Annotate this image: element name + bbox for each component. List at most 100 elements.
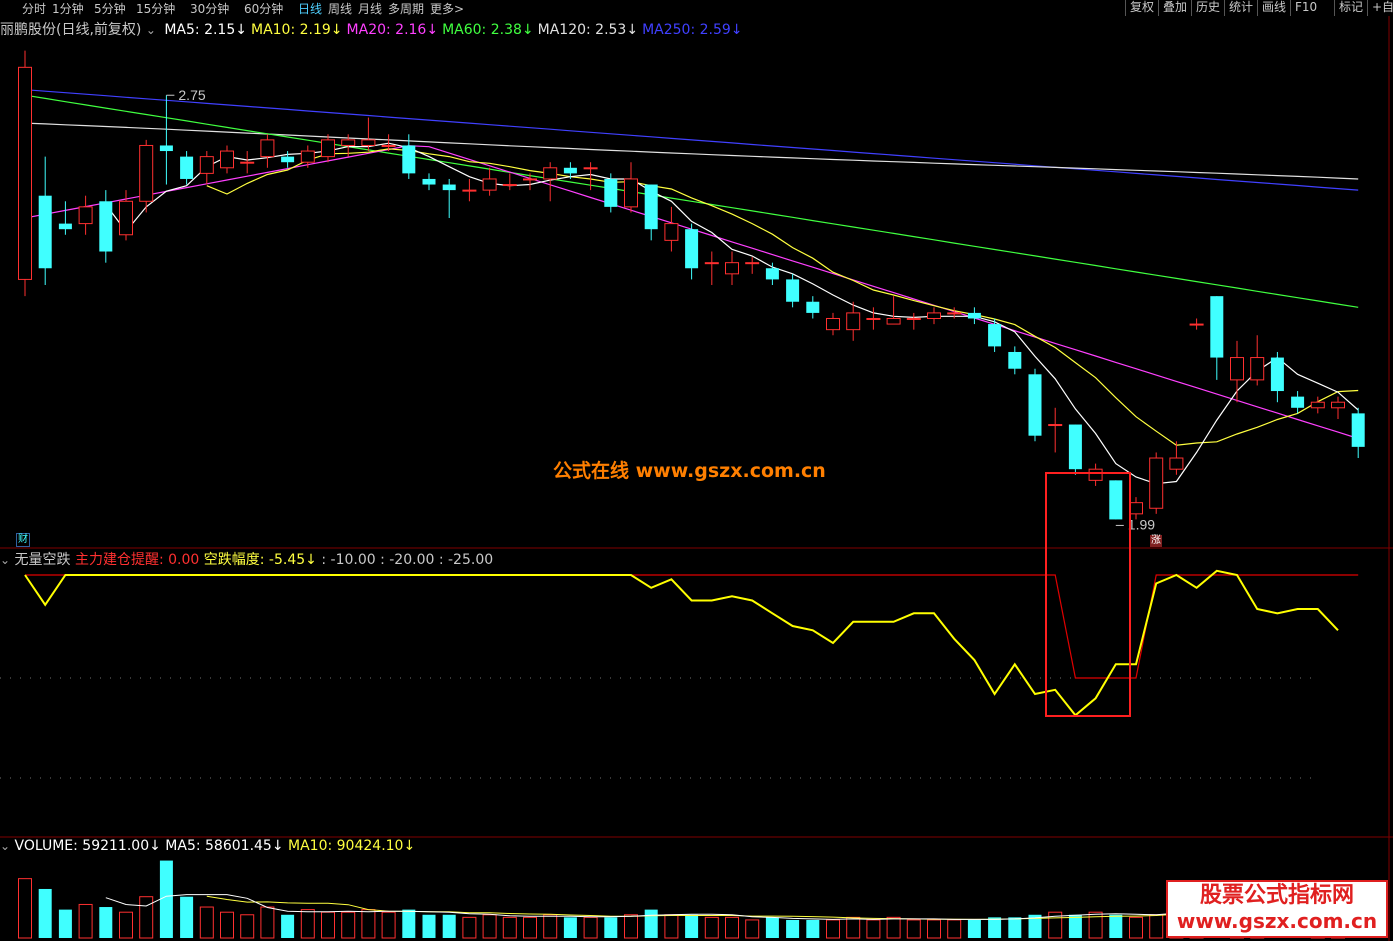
badge-line-2: www.gszx.com.cn xyxy=(1176,909,1378,933)
volume-bar xyxy=(1149,914,1164,939)
candle-body xyxy=(220,150,234,169)
candle-body xyxy=(563,167,577,174)
settings-icon[interactable]: ⌄ xyxy=(146,23,156,37)
volume-ma5-label: MA5: 58601.45 xyxy=(165,838,272,854)
volume-bar xyxy=(442,914,456,938)
candle-body xyxy=(18,66,32,280)
candle-body xyxy=(765,268,779,280)
candle-body xyxy=(1028,374,1042,436)
candle-body xyxy=(1149,457,1164,509)
candle-body xyxy=(1109,480,1123,520)
ma-label-4: MA120: 2.53↓ xyxy=(537,22,639,38)
candle-body xyxy=(119,200,133,236)
candle-body xyxy=(988,324,1002,347)
candle-body xyxy=(1270,357,1284,392)
candle-body xyxy=(159,145,173,152)
candle-body xyxy=(442,184,456,191)
panel-menu-icon[interactable]: ⌄ xyxy=(0,839,10,853)
volume-bar xyxy=(260,906,275,939)
volume-bar xyxy=(482,914,497,939)
ma250-line xyxy=(24,89,1359,191)
candle-body xyxy=(260,139,275,158)
volume-bar xyxy=(300,909,315,939)
candle-body xyxy=(583,167,598,170)
candle-body xyxy=(704,262,719,265)
candle-body xyxy=(281,156,295,163)
volume-bar xyxy=(422,914,436,938)
volume-bar xyxy=(664,914,679,939)
volume-bar xyxy=(78,903,93,939)
candle-body xyxy=(482,178,497,191)
volume-bar xyxy=(281,914,295,938)
volume-bar xyxy=(502,916,517,939)
candle-body xyxy=(886,317,901,325)
volume-bar xyxy=(967,919,981,938)
volume-bar xyxy=(1068,914,1082,938)
candle-body xyxy=(967,312,981,319)
candle-body xyxy=(906,317,921,320)
candle-body xyxy=(462,189,477,192)
candle-body xyxy=(685,229,699,269)
candle-body xyxy=(1291,396,1305,408)
volume-bar xyxy=(180,896,194,938)
indicator-name[interactable]: 无量空跌 xyxy=(15,552,71,568)
volume-bar xyxy=(99,907,113,938)
candle-body xyxy=(866,317,881,320)
candle-body xyxy=(402,145,416,174)
volume-bar xyxy=(119,911,133,939)
spread-line xyxy=(24,569,1339,717)
candle-body xyxy=(927,312,941,319)
volume-bar xyxy=(1088,911,1103,939)
spread-label: 空跌幅度: -5.45 xyxy=(203,552,306,568)
volume-bar xyxy=(704,916,719,939)
volume-bar xyxy=(523,916,537,939)
signal-line xyxy=(25,574,1359,679)
candle-body xyxy=(1068,424,1082,470)
volume-bar xyxy=(1008,917,1022,938)
ma-label-1: MA10: 2.19↓ xyxy=(250,22,343,38)
volume-bar xyxy=(927,919,941,939)
candle-body xyxy=(1331,401,1345,409)
volume-label: VOLUME: 59211.00 xyxy=(14,838,150,854)
candle-body xyxy=(624,178,638,208)
candle-body xyxy=(745,262,760,265)
volume-bar xyxy=(604,917,618,938)
volume-bar xyxy=(988,917,1002,938)
volume-bar xyxy=(139,896,154,939)
candle-body xyxy=(99,201,113,252)
indicator-panel-header: ⌄ 无量空跌 主力建仓提醒: 0.00 空跌幅度: -5.45↓ : -10.0… xyxy=(0,552,494,568)
candle-body xyxy=(321,139,335,158)
candle-body xyxy=(341,139,356,146)
volume-bar xyxy=(826,919,840,939)
volume-bar xyxy=(341,911,356,939)
stock-title: 丽鹏股份(日线,前复权) xyxy=(0,22,142,38)
ma5-line xyxy=(105,142,1359,485)
volume-bar xyxy=(199,906,214,939)
rise-tag[interactable]: 涨 xyxy=(1150,535,1162,547)
candle-body xyxy=(78,206,93,225)
candle-body xyxy=(786,279,800,302)
volume-bar xyxy=(583,916,598,939)
volume-bar xyxy=(886,916,901,939)
panel-menu-icon[interactable]: ⌄ xyxy=(0,553,10,567)
candle-body xyxy=(725,262,739,275)
ma-label-5: MA250: 2.59↓ xyxy=(642,22,743,38)
volume-bar xyxy=(745,919,760,939)
volume-bar xyxy=(644,909,658,938)
candle-body xyxy=(664,223,679,241)
price-panel-header: 丽鹏股份(日线,前复权) ⌄ MA5: 2.15↓ MA10: 2.19↓ MA20… xyxy=(0,19,743,39)
candle-body xyxy=(199,156,214,174)
financial-tag[interactable]: 财 xyxy=(16,533,30,547)
candle-body xyxy=(644,184,658,230)
volume-bar xyxy=(38,888,52,938)
volume-bar xyxy=(220,911,234,939)
candle-body xyxy=(846,312,861,331)
volume-bar xyxy=(321,911,335,939)
candle-body xyxy=(1310,401,1325,409)
candle-body xyxy=(1230,357,1244,381)
candle-body xyxy=(543,167,558,180)
volume-bar xyxy=(1109,914,1123,938)
ma-label-3: MA60: 2.38↓ xyxy=(442,22,534,38)
volume-bar xyxy=(240,914,255,939)
candle-body xyxy=(1351,413,1365,447)
